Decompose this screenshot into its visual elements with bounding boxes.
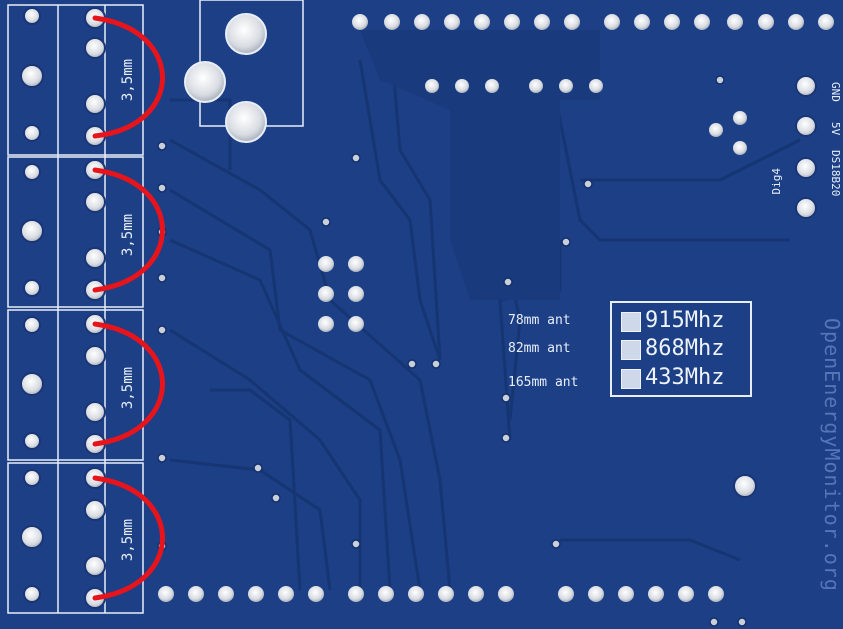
brand-watermark: OpenEnergyMonitor.org <box>820 318 843 592</box>
jack-size-label-4: 3,5mm <box>120 519 136 561</box>
freq-label-915: 915Mhz <box>645 308 725 333</box>
ds18b20-label: DS18B20 <box>829 150 842 196</box>
antenna-label-78: 78mm ant <box>508 313 571 328</box>
freq-checkbox-868 <box>621 340 641 360</box>
jack-size-label-3: 3,5mm <box>120 367 136 409</box>
freq-label-868: 868Mhz <box>645 336 725 361</box>
pcb-board: 3,5mm 3,5mm 3,5mm 3,5mm GND 5V DS18B20 D… <box>0 0 843 629</box>
dig4-label: Dig4 <box>770 168 783 195</box>
fivev-label: 5V <box>829 122 842 136</box>
freq-checkbox-433 <box>621 369 641 389</box>
freq-label-433: 433Mhz <box>645 365 725 390</box>
gnd-label: GND <box>829 82 842 102</box>
antenna-label-82: 82mm ant <box>508 341 571 356</box>
freq-checkbox-915 <box>621 312 641 332</box>
jack-size-label-2: 3,5mm <box>120 214 136 256</box>
jack-size-label-1: 3,5mm <box>120 59 136 101</box>
antenna-label-165: 165mm ant <box>508 375 579 390</box>
